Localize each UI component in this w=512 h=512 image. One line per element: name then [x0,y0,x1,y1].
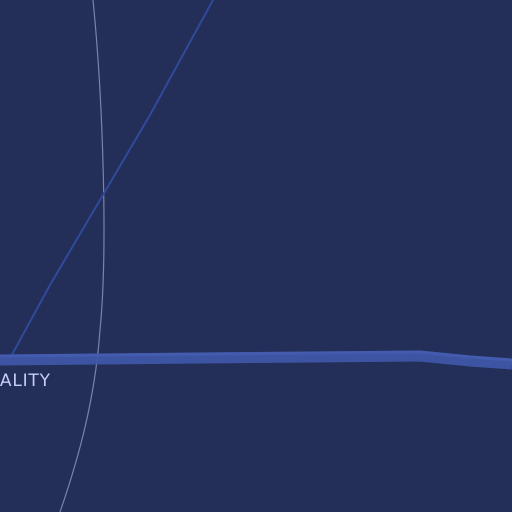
map-layers [0,0,512,512]
minor-road [7,0,214,363]
place-label: RALITY [0,371,51,391]
major-road[interactable] [0,350,512,370]
map-canvas[interactable]: RALITY [0,0,512,512]
